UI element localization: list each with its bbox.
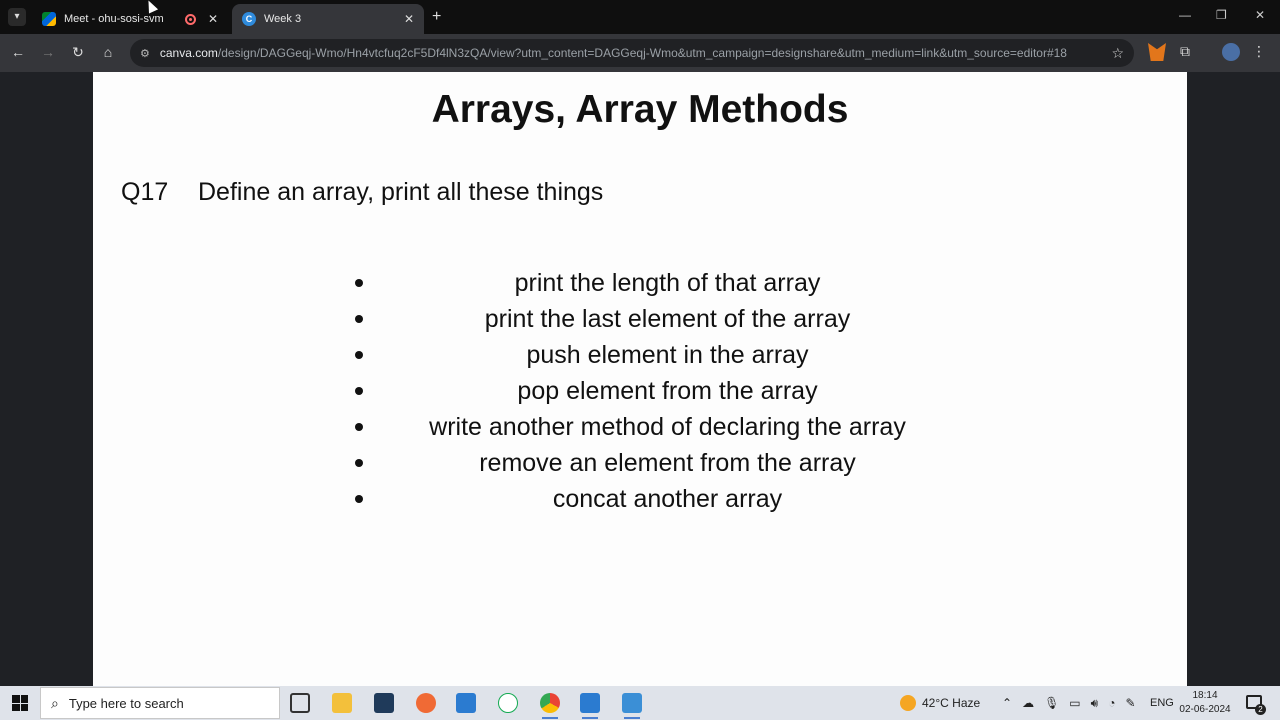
- extensions-icon[interactable]: ⧉: [1180, 43, 1198, 61]
- list-item: write another method of declaring the ar…: [355, 409, 955, 445]
- clock[interactable]: 18:14 02-06-2024: [1176, 689, 1234, 717]
- list-item: print the length of that array: [355, 265, 955, 301]
- wifi-icon[interactable]: ◔: [1108, 696, 1115, 710]
- restore-icon[interactable]: ❐: [1216, 8, 1227, 22]
- site-settings-icon[interactable]: ⚙: [140, 47, 150, 60]
- list-item-text: print the last element of the array: [484, 304, 851, 333]
- new-tab-icon[interactable]: +: [432, 8, 441, 26]
- weather-widget[interactable]: 42°C Haze: [900, 686, 980, 720]
- clock-date: 02-06-2024: [1179, 704, 1231, 715]
- slide: Arrays, Array Methods Q17 Define an arra…: [93, 72, 1187, 686]
- tab-strip: ▾ Meet - ohu-sosi-svm ✕ C Week 3 ✕ + — ❐…: [0, 0, 1280, 34]
- list-item: pop element from the array: [355, 373, 955, 409]
- page-viewport: Arrays, Array Methods Q17 Define an arra…: [0, 72, 1280, 686]
- profile-avatar[interactable]: [1222, 43, 1240, 61]
- back-icon[interactable]: ←: [9, 44, 27, 60]
- minimize-icon[interactable]: —: [1179, 8, 1191, 22]
- metamask-icon[interactable]: [1148, 43, 1166, 61]
- forward-icon[interactable]: →: [39, 44, 57, 60]
- battery-icon[interactable]: ▭: [1069, 696, 1080, 710]
- search-icon: ⌕: [51, 694, 59, 711]
- language-indicator[interactable]: ENG: [1150, 686, 1174, 720]
- recording-icon: [184, 13, 196, 25]
- cloud-icon[interactable]: ☁: [1022, 696, 1034, 710]
- microphone-icon[interactable]: 🎙︎: [1044, 696, 1059, 710]
- task-view-icon[interactable]: [290, 693, 310, 713]
- pen-icon[interactable]: ✎: [1125, 696, 1135, 710]
- bullet-icon: [355, 387, 363, 395]
- more-menu-icon[interactable]: ⋮: [1252, 43, 1270, 61]
- reload-icon[interactable]: ↻: [69, 44, 87, 61]
- tab-title: Week 3: [264, 13, 302, 25]
- url-host: canva.com: [159, 46, 218, 60]
- windows-start-icon[interactable]: [12, 695, 28, 711]
- close-tab-icon[interactable]: ✕: [208, 12, 218, 26]
- tab-week-3[interactable]: C Week 3 ✕: [232, 4, 424, 34]
- bullet-icon: [355, 459, 363, 467]
- question-number: Q17: [121, 178, 169, 206]
- bullet-icon: [355, 315, 363, 323]
- list-item-text: pop element from the array: [517, 376, 818, 405]
- weather-text: 42°C Haze: [922, 696, 981, 710]
- bullet-list: print the length of that array print the…: [355, 265, 955, 517]
- question: Q17 Define an array, print all these thi…: [121, 178, 603, 207]
- file-explorer-icon[interactable]: [332, 693, 352, 713]
- bullet-icon: [355, 495, 363, 503]
- list-item: print the last element of the array: [355, 301, 955, 337]
- mongodb-icon[interactable]: [498, 693, 518, 713]
- system-tray: ⌃ ☁ 🎙︎ ▭ 🔊︎ ◔ ✎: [1002, 686, 1136, 720]
- weather-icon: [900, 695, 916, 711]
- search-placeholder: Type here to search: [68, 695, 184, 711]
- list-item-text: push element in the array: [526, 340, 809, 369]
- notification-badge: 2: [1255, 704, 1266, 715]
- bullet-icon: [355, 423, 363, 431]
- bullet-icon: [355, 351, 363, 359]
- question-text: Define an array, print all these things: [198, 178, 604, 206]
- list-item-text: concat another array: [552, 484, 783, 513]
- app-icon[interactable]: [416, 693, 436, 713]
- vscode-icon[interactable]: [456, 693, 476, 713]
- list-item-text: write another method of declaring the ar…: [429, 412, 906, 441]
- list-item-text: print the length of that array: [514, 268, 821, 297]
- vscode-icon-2[interactable]: [580, 693, 600, 719]
- bullet-icon: [355, 279, 363, 287]
- list-item-text: remove an element from the array: [479, 448, 856, 477]
- chevron-up-icon[interactable]: ⌃: [1002, 696, 1012, 710]
- chrome-icon[interactable]: [540, 693, 560, 719]
- taskbar: ⌕ Type here to search 42°C Haze ⌃ ☁ 🎙︎ ▭…: [0, 686, 1280, 720]
- volume-icon[interactable]: 🔊︎: [1091, 696, 1099, 711]
- clock-time: 18:14: [1192, 690, 1218, 701]
- url-path: /design/DAGGeqj-Wmo/Hn4vtcfuq2cF5Df4lN3z…: [217, 46, 1067, 60]
- browser-toolbar: ← → ↻ ⌂ ⚙ canva.com/design/DAGGeqj-Wmo/H…: [0, 34, 1280, 72]
- bookmark-star-icon[interactable]: ☆: [1111, 45, 1124, 62]
- tab-search-dropdown-icon[interactable]: ▾: [8, 8, 26, 26]
- home-icon[interactable]: ⌂: [99, 44, 117, 60]
- list-item: concat another array: [355, 481, 955, 517]
- store-icon[interactable]: [374, 693, 394, 713]
- url-text[interactable]: canva.com/design/DAGGeqj-Wmo/Hn4vtcfuq2c…: [160, 46, 1104, 60]
- taskbar-search-input[interactable]: ⌕ Type here to search: [40, 687, 280, 719]
- close-tab-icon[interactable]: ✕: [404, 12, 414, 26]
- canva-icon: C: [242, 12, 256, 26]
- list-item: remove an element from the array: [355, 445, 955, 481]
- remote-desktop-icon[interactable]: [622, 693, 642, 719]
- google-meet-icon: [42, 12, 56, 26]
- tab-title: Meet - ohu-sosi-svm: [64, 13, 164, 25]
- address-bar[interactable]: ⚙ canva.com/design/DAGGeqj-Wmo/Hn4vtcfuq…: [130, 39, 1134, 67]
- slide-title: Arrays, Array Methods: [431, 88, 849, 131]
- list-item: push element in the array: [355, 337, 955, 373]
- tab-meet[interactable]: Meet - ohu-sosi-svm ✕: [32, 4, 228, 34]
- close-window-icon[interactable]: ✕: [1255, 8, 1265, 22]
